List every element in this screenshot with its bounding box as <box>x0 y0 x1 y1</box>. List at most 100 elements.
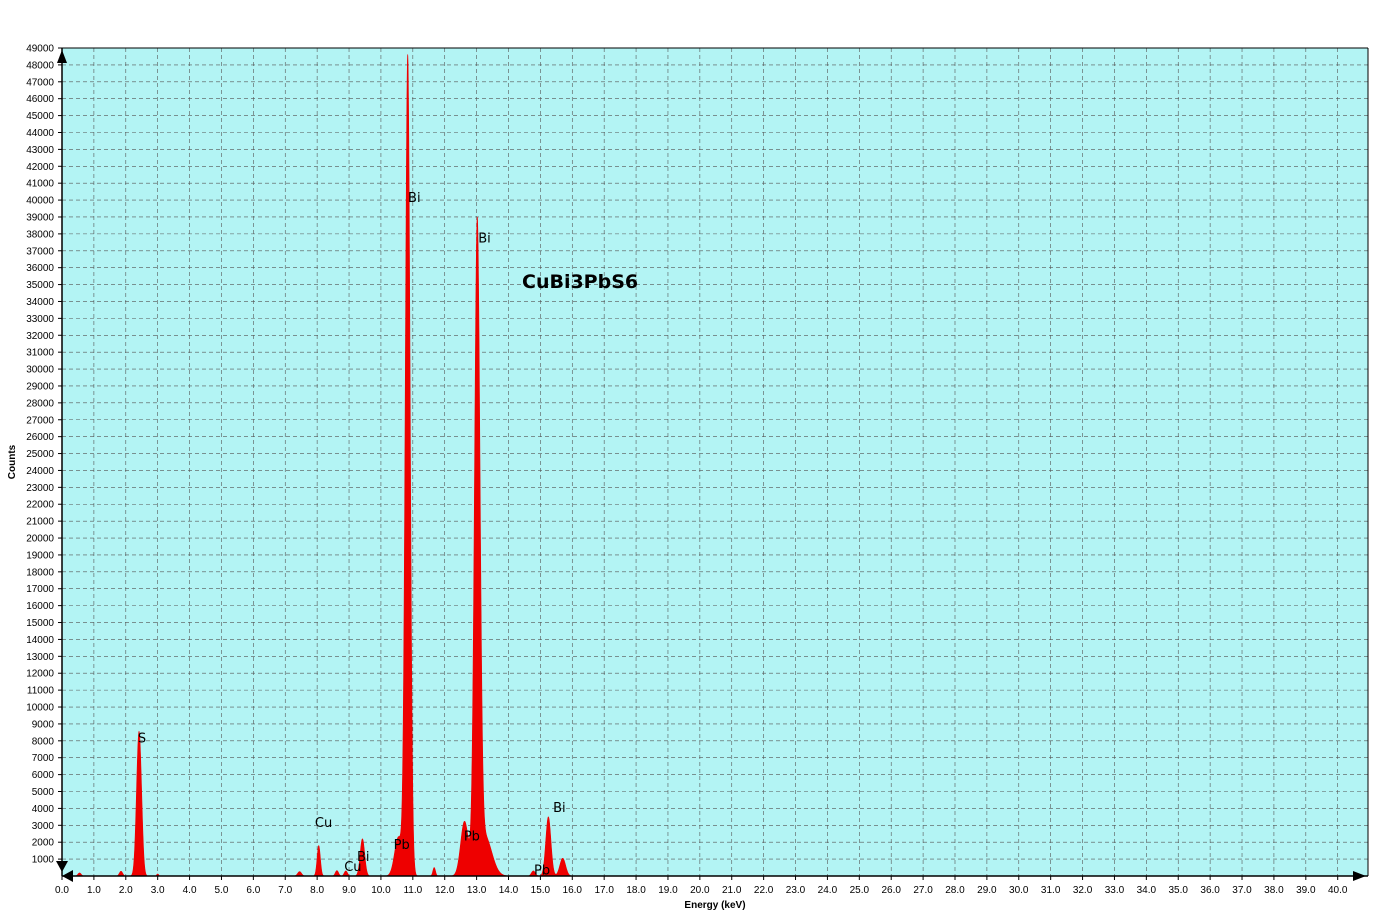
x-tick-label: 4.0 <box>183 885 197 896</box>
y-tick-label: 49000 <box>26 44 54 55</box>
y-tick-label: 8000 <box>32 736 55 747</box>
y-tick-label: 9000 <box>32 719 55 730</box>
y-tick-label: 46000 <box>26 94 54 105</box>
x-tick-label: 5.0 <box>215 885 229 896</box>
x-tick-label: 7.0 <box>278 885 292 896</box>
y-tick-label: 36000 <box>26 263 54 274</box>
y-tick-label: 41000 <box>26 179 54 190</box>
x-tick-label: 24.0 <box>818 885 838 896</box>
peak-label: Pb <box>394 838 410 853</box>
y-tick-label: 39000 <box>26 212 54 223</box>
plot-background <box>62 48 1368 876</box>
y-tick-label: 37000 <box>26 246 54 257</box>
x-tick-label: 28.0 <box>945 885 965 896</box>
x-tick-label: 2.0 <box>119 885 133 896</box>
peak-label: Bi <box>553 801 566 816</box>
y-tick-label: 47000 <box>26 77 54 88</box>
x-tick-label: 16.0 <box>563 885 583 896</box>
y-tick-label: 42000 <box>26 162 54 173</box>
y-tick-label: 2000 <box>32 838 55 849</box>
peak-label: Bi <box>408 191 421 206</box>
eds-spectrum-chart: 1000 2000 3000 4000 5000 6000 7000 8000 9000 1000… <box>7 44 1369 911</box>
x-tick-label: 3.0 <box>151 885 165 896</box>
x-tick-label: 8.0 <box>310 885 324 896</box>
x-tick-label: 0.0 <box>55 885 69 896</box>
x-tick-label: 1.0 <box>87 885 101 896</box>
x-tick-label: 17.0 <box>594 885 614 896</box>
peak-label: Pb <box>464 830 480 845</box>
y-tick-label: 38000 <box>26 229 54 240</box>
y-tick-label: 44000 <box>26 128 54 139</box>
y-tick-label: 14000 <box>26 635 54 646</box>
x-tick-label: 10.0 <box>371 885 391 896</box>
y-tick-label: 21000 <box>26 517 54 528</box>
y-tick-label: 43000 <box>26 145 54 156</box>
chart-title: CuBi3PbS6 <box>522 271 638 293</box>
x-tick-label: 39.0 <box>1296 885 1316 896</box>
x-tick-label: 6.0 <box>246 885 260 896</box>
y-tick-label: 3000 <box>32 821 55 832</box>
y-axis-title: Counts <box>7 444 18 479</box>
y-tick-label: 5000 <box>32 787 55 798</box>
y-tick-label: 20000 <box>26 534 54 545</box>
x-tick-label: 19.0 <box>658 885 678 896</box>
x-tick-label: 36.0 <box>1200 885 1220 896</box>
y-tick-label: 34000 <box>26 297 54 308</box>
y-tick-label: 48000 <box>26 60 54 71</box>
x-tick-label: 11.0 <box>403 885 422 896</box>
y-tick-label: 22000 <box>26 500 54 511</box>
x-tick-label: 33.0 <box>1105 885 1125 896</box>
x-tick-label: 26.0 <box>881 885 901 896</box>
peak-label: S <box>138 732 146 747</box>
y-tick-label: 7000 <box>32 753 55 764</box>
y-tick-label: 17000 <box>26 584 54 595</box>
x-tick-label: 9.0 <box>342 885 356 896</box>
y-tick-label: 30000 <box>26 365 54 376</box>
y-tick-label: 32000 <box>26 331 54 342</box>
peak-label: Cu <box>315 816 332 831</box>
peak-label: Bi <box>357 850 370 865</box>
y-tick-label: 31000 <box>26 348 54 359</box>
y-tick-label: 35000 <box>26 280 54 291</box>
y-tick-label: 24000 <box>26 466 54 477</box>
x-tick-label: 37.0 <box>1232 885 1252 896</box>
y-tick-label: 11000 <box>27 686 55 697</box>
x-tick-label: 25.0 <box>850 885 870 896</box>
x-tick-label: 31.0 <box>1041 885 1061 896</box>
y-tick-label: 1000 <box>32 855 55 866</box>
x-tick-label: 32.0 <box>1073 885 1093 896</box>
y-tick-label: 26000 <box>26 432 54 443</box>
x-tick-label: 29.0 <box>977 885 997 896</box>
x-tick-label: 35.0 <box>1169 885 1189 896</box>
y-tick-label: 45000 <box>26 111 54 122</box>
y-tick-label: 16000 <box>26 601 54 612</box>
y-tick-label: 40000 <box>26 196 54 207</box>
y-tick-label: 15000 <box>26 618 54 629</box>
x-tick-label: 38.0 <box>1264 885 1284 896</box>
y-tick-label: 23000 <box>26 483 54 494</box>
y-tick-label: 18000 <box>26 567 54 578</box>
x-tick-label: 34.0 <box>1137 885 1157 896</box>
y-tick-label: 29000 <box>26 381 54 392</box>
y-tick-label: 4000 <box>32 804 55 815</box>
x-tick-label: 14.0 <box>499 885 519 896</box>
x-tick-label: 12.0 <box>435 885 455 896</box>
y-tick-label: 19000 <box>26 550 54 561</box>
x-tick-label: 18.0 <box>626 885 646 896</box>
x-tick-label: 22.0 <box>754 885 774 896</box>
y-tick-label: 27000 <box>26 415 54 426</box>
y-tick-label: 33000 <box>26 314 54 325</box>
y-tick-label: 25000 <box>26 449 54 460</box>
x-tick-labels: 0.0 1.0 2.0 3.0 4.0 5.0 6.0 7.0 8.0 9.0 10.0 11.0 12… <box>55 885 1348 896</box>
y-tick-labels: 1000 2000 3000 4000 5000 6000 7000 8000 9000 1000… <box>26 44 54 866</box>
peak-label: Bi <box>478 231 491 246</box>
x-tick-label: 40.0 <box>1328 885 1348 896</box>
x-tick-label: 27.0 <box>913 885 933 896</box>
y-tick-label: 12000 <box>26 669 54 680</box>
x-tick-label: 13.0 <box>467 885 487 896</box>
x-tick-label: 30.0 <box>1009 885 1029 896</box>
x-tick-label: 21.0 <box>722 885 742 896</box>
x-axis-title: Energy (keV) <box>684 900 745 911</box>
y-tick-label: 10000 <box>26 703 54 714</box>
x-tick-label: 20.0 <box>690 885 710 896</box>
